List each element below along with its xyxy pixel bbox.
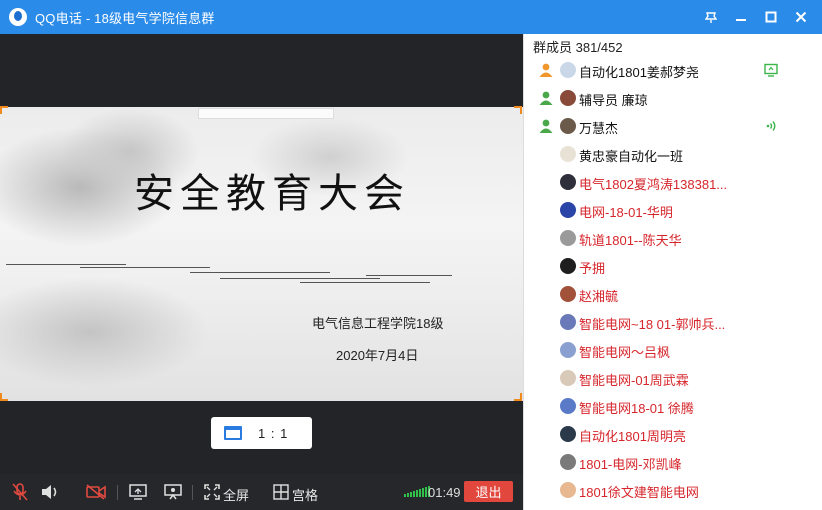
member-row[interactable]: 1801-电网-邓凯峰 <box>524 448 822 476</box>
slide-mist <box>0 277 210 387</box>
signal-strength-icon <box>404 486 430 497</box>
member-row[interactable]: 自动化1801周明亮 <box>524 420 822 448</box>
member-name: 1801徐文建智能电网 <box>579 485 699 500</box>
member-avatar <box>560 118 576 134</box>
qq-logo-icon <box>9 8 27 26</box>
fullscreen-icon[interactable] <box>202 482 222 502</box>
mic-muted-icon[interactable] <box>10 482 30 502</box>
member-row[interactable]: 赵湘毓 <box>524 280 822 308</box>
member-row[interactable]: 智能电网18-01 徐腾 <box>524 392 822 420</box>
slide-decor-line <box>300 282 430 283</box>
speaker-icon[interactable] <box>40 482 60 502</box>
member-row[interactable]: 辅导员 廉琼 <box>524 84 822 112</box>
call-toolbar: 全屏 宫格 01:49 退出 <box>0 474 523 510</box>
member-panel[interactable]: 群成员 381/452 自动化1801姜郝梦尧 辅导员 廉琼 万慧杰黄忠豪自动化一班… <box>523 34 822 510</box>
screen-share-icon[interactable] <box>128 482 148 502</box>
slide-date: 2020年7月4日 <box>336 348 419 363</box>
member-name: 智能电网-01周武霖 <box>579 373 689 388</box>
member-row[interactable]: 智能电网～吕枫 <box>524 336 822 364</box>
member-name: 轨道1801--陈天华 <box>579 233 682 248</box>
member-name: 智能电网～吕枫 <box>579 345 671 360</box>
maximize-icon[interactable] <box>756 2 786 32</box>
member-row[interactable]: 电网-18-01-华明 <box>524 196 822 224</box>
member-avatar <box>560 202 576 218</box>
pin-icon[interactable] <box>696 2 726 32</box>
frame-corner-marker <box>0 106 8 114</box>
slide-title: 安全教育大会 <box>134 171 410 217</box>
fullscreen-label[interactable]: 全屏 <box>223 485 249 504</box>
shared-slide: 安全教育大会 电气信息工程学院18级 2020年7月4日 <box>0 107 523 401</box>
member-avatar <box>560 454 576 470</box>
frame-corner-marker <box>514 393 522 401</box>
member-name: 电气1802夏鸿涛138381... <box>579 177 728 192</box>
title-bar[interactable]: QQ电话 - 18级电气学院信息群 <box>0 0 822 34</box>
member-avatar <box>560 314 576 330</box>
member-avatar <box>560 230 576 246</box>
camera-off-icon[interactable] <box>86 482 106 502</box>
grid-view-icon[interactable] <box>271 482 291 502</box>
video-stage[interactable]: 安全教育大会 电气信息工程学院18级 2020年7月4日 1 : 1 <box>0 34 523 474</box>
member-row[interactable]: 1801徐文建智能电网 <box>524 476 822 504</box>
member-avatar <box>560 370 576 386</box>
toolbar-divider <box>192 485 193 500</box>
member-avatar <box>560 398 576 414</box>
close-icon[interactable] <box>786 2 816 32</box>
member-avatar <box>560 146 576 162</box>
member-avatar <box>560 482 576 498</box>
slide-subtitle: 电气信息工程学院18级 <box>312 316 444 331</box>
member-name: 予拥 <box>579 261 606 276</box>
member-name: 自动化1801姜郝梦尧 <box>579 65 699 80</box>
toolbar-divider <box>117 485 118 500</box>
member-name: 电网-18-01-华明 <box>579 205 673 220</box>
member-row[interactable]: 智能电网-01周武霖 <box>524 364 822 392</box>
member-avatar <box>560 426 576 442</box>
frame-corner-marker <box>514 106 522 114</box>
owner-user-icon <box>538 118 554 134</box>
speaking-icon <box>764 119 778 133</box>
member-row[interactable]: 轨道1801--陈天华 <box>524 224 822 252</box>
aspect-ratio-button[interactable]: 1 : 1 <box>211 417 312 449</box>
aspect-ratio-label: 1 : 1 <box>258 425 289 441</box>
window-ratio-icon <box>224 426 242 440</box>
slide-decor-line <box>366 275 452 276</box>
member-row[interactable]: 自动化1801姜郝梦尧 <box>524 56 822 84</box>
member-avatar <box>560 258 576 274</box>
member-name: 1801-电网-邓凯峰 <box>579 457 682 472</box>
slide-decor-line <box>220 278 380 279</box>
window-controls <box>696 0 816 34</box>
member-row[interactable]: 予拥 <box>524 252 822 280</box>
member-name: 辅导员 廉琼 <box>579 93 648 108</box>
member-avatar <box>560 342 576 358</box>
presentation-icon[interactable] <box>163 482 183 502</box>
member-name: 智能电网18-01 徐腾 <box>579 401 694 416</box>
member-avatar <box>560 286 576 302</box>
member-avatar <box>560 90 576 106</box>
slide-decor-line <box>190 272 330 273</box>
member-name: 黄忠豪自动化一班 <box>579 149 684 164</box>
slide-mini-toolbar <box>198 108 334 119</box>
exit-call-button[interactable]: 退出 <box>464 481 513 502</box>
call-timer: 01:49 <box>428 485 461 500</box>
member-name: 自动化1801周明亮 <box>579 429 686 444</box>
member-count-header: 群成员 381/452 <box>533 40 623 55</box>
slide-decor-line <box>6 264 126 265</box>
member-row[interactable]: 黄忠豪自动化一班 <box>524 140 822 168</box>
member-row[interactable]: 电气1802夏鸿涛138381... <box>524 168 822 196</box>
qq-call-window: QQ电话 - 18级电气学院信息群 安全教育大会 电气信息工程学院18级 202… <box>0 0 822 510</box>
member-avatar <box>560 174 576 190</box>
member-name: 万慧杰 <box>579 121 619 136</box>
frame-corner-marker <box>0 393 8 401</box>
member-row[interactable]: 万慧杰 <box>524 112 822 140</box>
minimize-icon[interactable] <box>726 2 756 32</box>
member-row[interactable]: 智能电网~18 01-郭帅兵... <box>524 308 822 336</box>
grid-view-label[interactable]: 宫格 <box>292 485 318 504</box>
member-name: 赵湘毓 <box>579 289 619 304</box>
slide-decor-line <box>80 267 210 268</box>
admin-user-icon <box>538 62 554 78</box>
screen-share-icon <box>764 63 778 77</box>
window-title: QQ电话 - 18级电气学院信息群 <box>35 10 215 26</box>
owner-user-icon <box>538 90 554 106</box>
member-name: 智能电网~18 01-郭帅兵... <box>579 317 726 332</box>
member-avatar <box>560 62 576 78</box>
